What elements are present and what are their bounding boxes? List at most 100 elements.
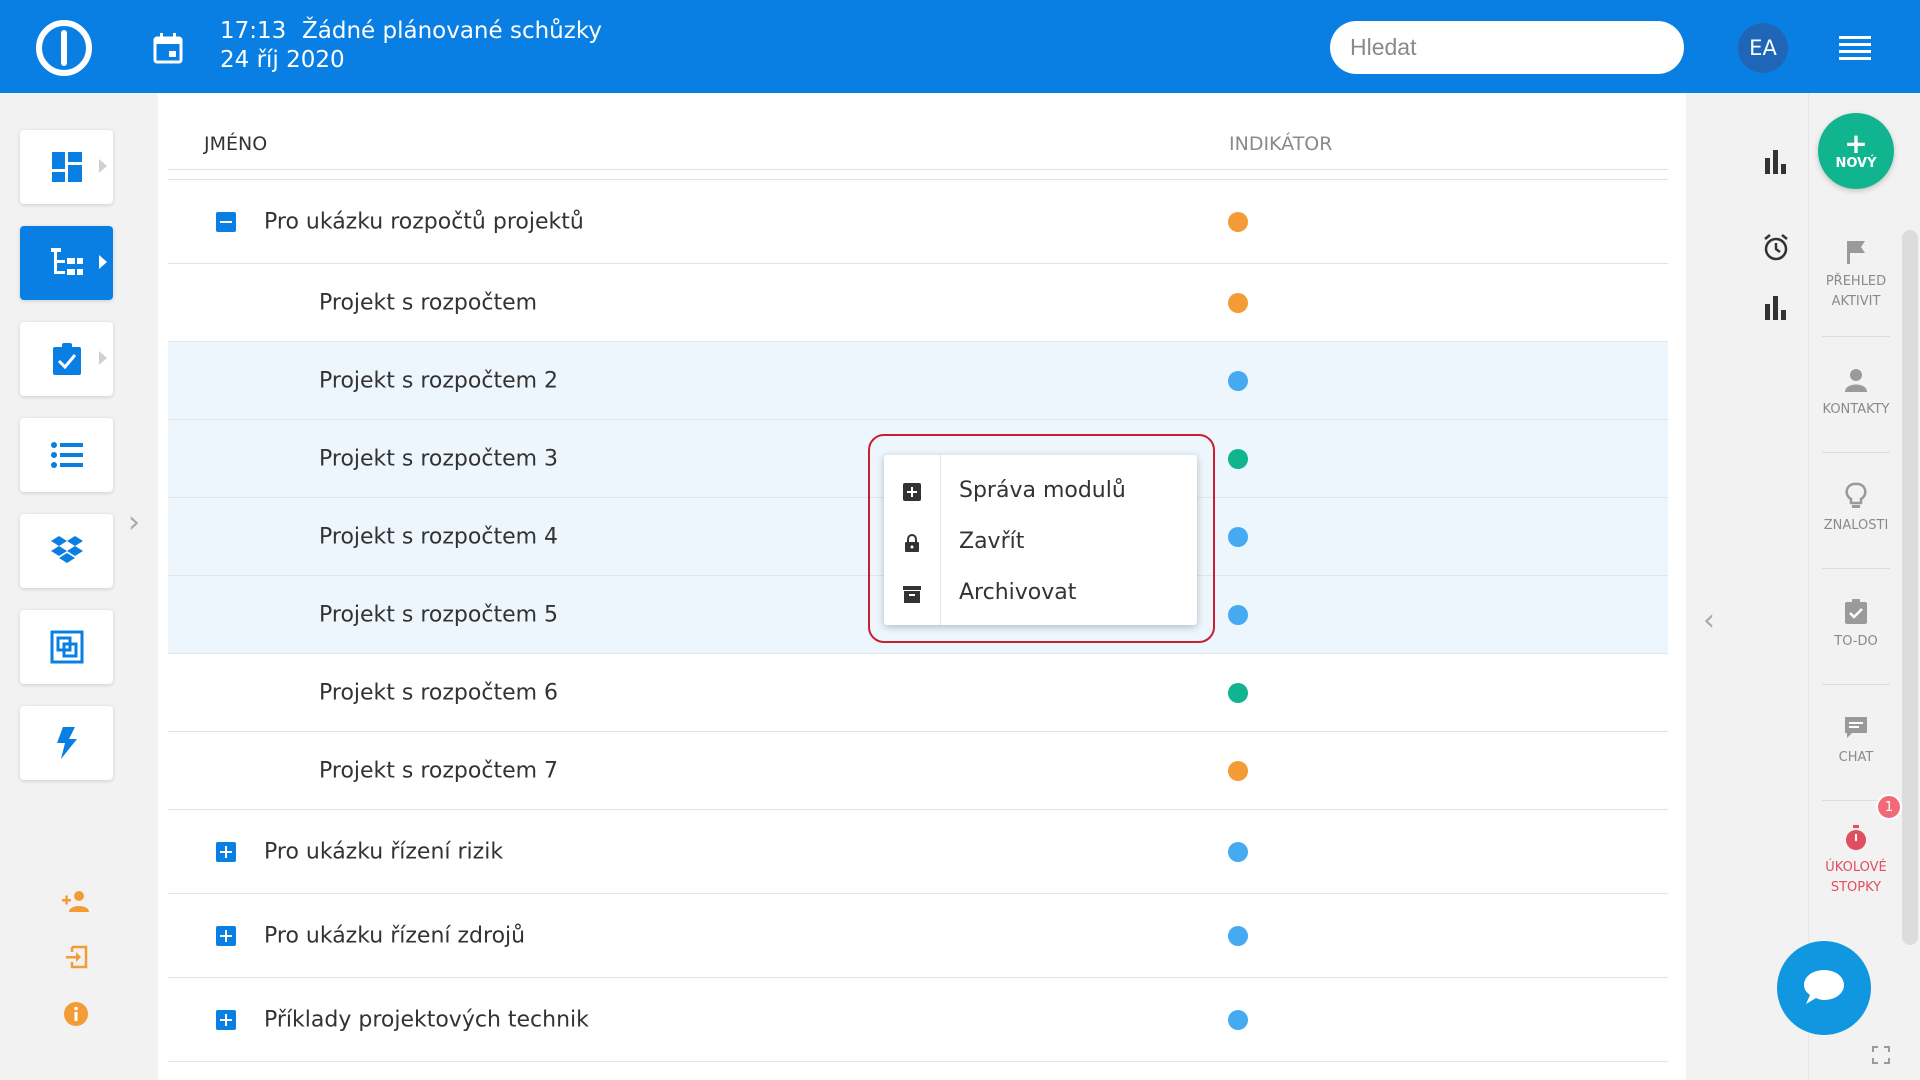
stopwatch-icon — [1846, 825, 1866, 850]
menu-item-label: Správa modulů — [959, 478, 1126, 503]
divider — [168, 169, 1668, 170]
sidebar-item-label: PŘEHLED — [1825, 274, 1887, 289]
hamburger-icon[interactable] — [1839, 36, 1871, 60]
project-name[interactable]: Příklady projektových technik — [264, 1007, 589, 1032]
project-name[interactable]: Pro ukázku rozpočtů projektů — [264, 209, 584, 234]
menu-item-archive[interactable]: Archivovat — [884, 568, 1197, 619]
sidebar-item-contacts[interactable]: KONTAKTY — [1812, 366, 1900, 420]
sidebar-item-activity-overview[interactable]: PŘEHLED AKTIVIT — [1812, 238, 1900, 312]
expand-arrow-icon[interactable] — [99, 255, 107, 269]
table-row[interactable]: Příklady projektových technik — [168, 978, 1668, 1062]
status-indicator — [1228, 448, 1248, 469]
sidebar-item-label: STOPKY — [1830, 880, 1882, 895]
sidebar-item-label: ZNALOSTI — [1823, 518, 1889, 533]
live-chat-button[interactable] — [1777, 941, 1871, 1035]
table-row[interactable]: Projekt s rozpočtem 7 — [168, 732, 1668, 810]
sidebar-item-task-timers[interactable]: ÚKOLOVÉ STOPKY — [1812, 824, 1900, 898]
status-indicator — [1228, 925, 1248, 946]
project-name[interactable]: Projekt s rozpočtem 7 — [319, 758, 558, 783]
column-header-indicator[interactable]: INDIKÁTOR — [1229, 133, 1332, 155]
plus-icon: + — [1844, 126, 1868, 160]
sidebar-item-chat[interactable]: CHAT — [1812, 714, 1900, 768]
sidebar-item-label: ÚKOLOVÉ — [1825, 860, 1887, 875]
project-name[interactable]: Pro ukázku řízení rizik — [264, 839, 503, 864]
bar-chart-icon[interactable] — [1762, 294, 1790, 322]
dashboard-icon — [51, 152, 82, 182]
nav-dashboard[interactable] — [20, 130, 113, 204]
lightning-icon — [56, 727, 77, 759]
sidebar-item-knowledge[interactable]: ZNALOSTI — [1812, 482, 1900, 536]
calendar-icon[interactable] — [153, 32, 183, 64]
fullscreen-icon[interactable] — [1872, 1046, 1890, 1064]
collapse-left-sidebar-icon[interactable]: › — [128, 505, 140, 540]
top-bar: 17:13 Žádné plánované schůzky 24 říj 202… — [0, 0, 1920, 93]
info-icon[interactable] — [62, 1000, 90, 1028]
collapse-icon[interactable] — [216, 211, 236, 232]
current-time: 17:13 — [220, 18, 287, 44]
column-header-name[interactable]: JMÉNO — [204, 133, 267, 155]
person-icon — [1845, 369, 1867, 392]
new-button[interactable]: + NOVÝ — [1818, 113, 1894, 189]
lock-icon — [905, 534, 919, 552]
power-logo-icon[interactable] — [36, 20, 92, 76]
project-name[interactable]: Pro ukázku řízení zdrojů — [264, 923, 525, 948]
project-name[interactable]: Projekt s rozpočtem — [319, 290, 537, 315]
bar-chart-icon[interactable] — [1762, 148, 1790, 176]
lightbulb-icon — [1845, 482, 1867, 508]
table-row[interactable]: Pro ukázku řízení zdrojů — [168, 894, 1668, 978]
scrollbar[interactable] — [1902, 230, 1918, 945]
plus-square-icon — [903, 483, 921, 501]
status-indicator — [1228, 760, 1248, 781]
status-indicator — [1228, 526, 1248, 547]
table-row[interactable]: Projekt s rozpočtem 2 — [168, 342, 1668, 420]
resource-icon — [50, 630, 83, 664]
project-name[interactable]: Projekt s rozpočtem 4 — [319, 524, 558, 549]
status-indicator — [1228, 1009, 1248, 1030]
project-name[interactable]: Projekt s rozpočtem 5 — [319, 602, 558, 627]
menu-item-manage-modules[interactable]: Správa modulů — [884, 466, 1197, 517]
alarm-icon[interactable] — [1762, 234, 1790, 262]
sidebar-item-label: AKTIVIT — [1831, 294, 1881, 309]
expand-arrow-icon[interactable] — [99, 159, 107, 173]
table-row[interactable]: Pro ukázku rozpočtů projektů — [168, 180, 1668, 264]
expand-icon[interactable] — [216, 925, 236, 946]
nav-list[interactable] — [20, 418, 113, 492]
sidebar-item-todo[interactable]: TO-DO — [1812, 598, 1900, 652]
menu-item-label: Zavřít — [959, 529, 1025, 554]
dropbox-icon — [50, 536, 83, 563]
menu-item-label: Archivovat — [959, 580, 1077, 605]
table-row[interactable]: Projekt s rozpočtem 6 — [168, 654, 1668, 732]
nav-tasks[interactable] — [20, 322, 113, 396]
project-name[interactable]: Projekt s rozpočtem 2 — [319, 368, 558, 393]
project-name[interactable]: Projekt s rozpočtem 6 — [319, 680, 558, 705]
expand-icon[interactable] — [216, 841, 236, 862]
avatar[interactable]: EA — [1738, 23, 1788, 73]
nav-projects[interactable] — [20, 226, 113, 300]
status-indicator — [1228, 211, 1248, 232]
chat-bubble-icon — [1804, 970, 1844, 1004]
divider — [1822, 336, 1890, 337]
todo-icon — [1845, 599, 1867, 624]
nav-actions[interactable] — [20, 706, 113, 780]
expand-right-panel-icon[interactable]: ‹ — [1703, 603, 1715, 638]
current-date: 24 říj 2020 — [220, 47, 345, 73]
menu-item-close[interactable]: Zavřít — [884, 517, 1197, 568]
nav-dropbox[interactable] — [20, 514, 113, 588]
expand-icon[interactable] — [216, 1009, 236, 1030]
sidebar-item-label: KONTAKTY — [1822, 402, 1890, 417]
sign-in-icon[interactable] — [62, 943, 90, 971]
status-indicator — [1228, 292, 1248, 313]
divider — [1822, 452, 1890, 453]
add-user-icon[interactable] — [62, 887, 90, 915]
search-input[interactable] — [1330, 21, 1684, 74]
new-button-label: NOVÝ — [1835, 155, 1877, 171]
status-indicator — [1228, 370, 1248, 391]
project-name[interactable]: Projekt s rozpočtem 3 — [319, 446, 558, 471]
meeting-status[interactable]: Žádné plánované schůzky — [302, 18, 602, 44]
expand-arrow-icon[interactable] — [99, 351, 107, 365]
table-row[interactable]: Pro ukázku řízení rizik — [168, 810, 1668, 894]
nav-resources[interactable] — [20, 610, 113, 684]
status-indicator — [1228, 841, 1248, 862]
chat-icon — [1845, 717, 1867, 738]
table-row[interactable]: Projekt s rozpočtem — [168, 264, 1668, 342]
